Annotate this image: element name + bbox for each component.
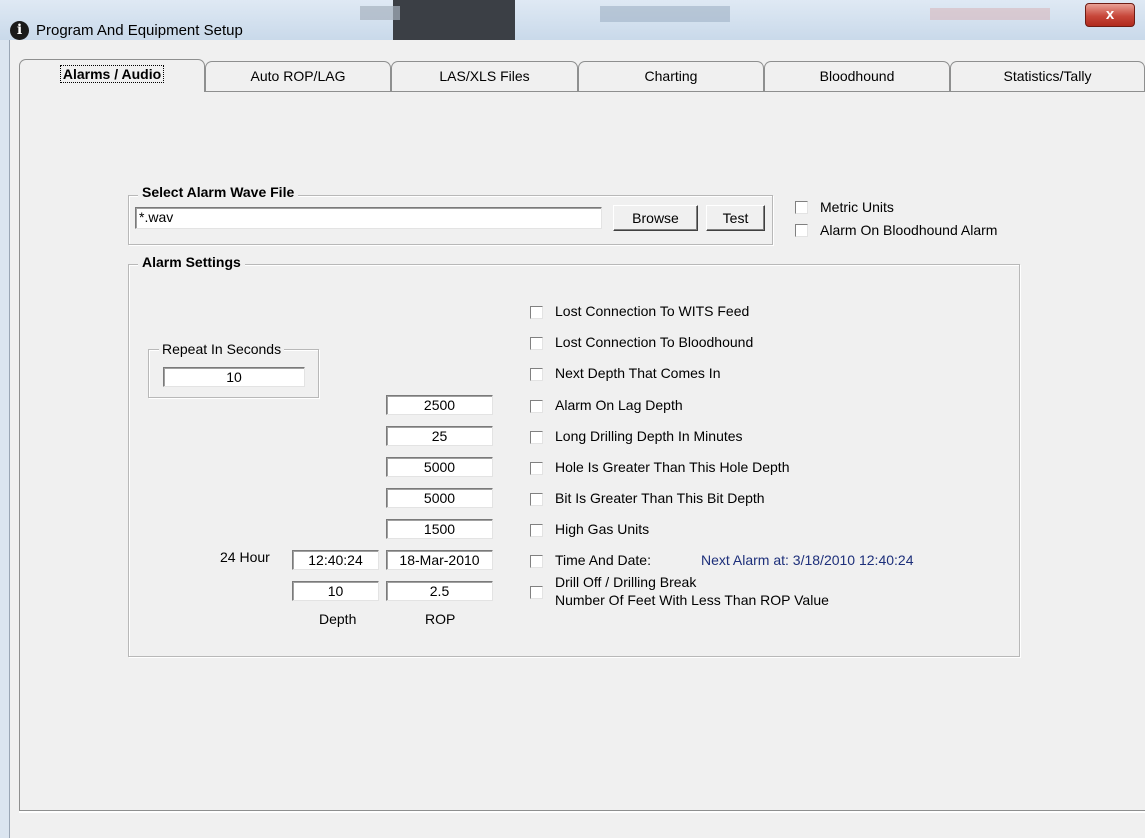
lost-wits-checkbox[interactable] xyxy=(530,306,543,319)
panel-bottom-edge xyxy=(19,810,1145,813)
lost-wits-label: Lost Connection To WITS Feed xyxy=(555,303,750,319)
alarm-date-input[interactable]: 18-Mar-2010 xyxy=(386,550,493,570)
tab-charting[interactable]: Charting xyxy=(578,61,764,91)
bit-depth-label: Bit Is Greater Than This Bit Depth xyxy=(555,490,765,506)
drill-off-sublabel: Number Of Feet With Less Than ROP Value xyxy=(555,592,829,608)
tab-statistics-tally[interactable]: Statistics/Tally xyxy=(950,61,1145,91)
next-depth-checkbox[interactable] xyxy=(530,368,543,381)
tab-bloodhound[interactable]: Bloodhound xyxy=(764,61,950,91)
title-bar: i Program And Equipment Setup x xyxy=(0,0,1145,48)
bit-depth-checkbox[interactable] xyxy=(530,493,543,506)
high-gas-checkbox[interactable] xyxy=(530,524,543,537)
hole-depth-checkbox[interactable] xyxy=(530,462,543,475)
tab-label: Bloodhound xyxy=(819,68,895,84)
next-depth-label: Next Depth That Comes In xyxy=(555,365,721,381)
lost-bloodhound-checkbox[interactable] xyxy=(530,337,543,350)
repeat-group-label: Repeat In Seconds xyxy=(159,341,285,357)
tab-label: Charting xyxy=(644,68,698,84)
alarm-on-bloodhound-label: Alarm On Bloodhound Alarm xyxy=(820,222,998,238)
hole-depth-label: Hole Is Greater Than This Hole Depth xyxy=(555,459,790,475)
tab-label: Statistics/Tally xyxy=(1003,68,1092,84)
background-window-blur xyxy=(600,6,730,22)
info-icon: i xyxy=(10,21,29,40)
hole-depth-input[interactable]: 5000 xyxy=(386,457,493,477)
alarm-on-bloodhound-checkbox[interactable] xyxy=(795,224,808,237)
time-date-label: Time And Date: xyxy=(555,552,651,568)
window-title: Program And Equipment Setup xyxy=(36,22,243,39)
time-date-checkbox[interactable] xyxy=(530,555,543,568)
bit-depth-input[interactable]: 5000 xyxy=(386,488,493,508)
lag-depth-label: Alarm On Lag Depth xyxy=(555,397,683,413)
tab-auto-rop-lag[interactable]: Auto ROP/LAG xyxy=(205,61,391,91)
wave-file-path-input[interactable]: *.wav xyxy=(135,207,602,229)
metric-units-checkbox[interactable] xyxy=(795,201,808,214)
background-window-blur xyxy=(360,6,400,20)
long-drilling-minutes-input[interactable]: 25 xyxy=(386,426,493,446)
drill-off-depth-input[interactable]: 10 xyxy=(292,581,379,601)
alarm-time-input[interactable]: 12:40:24 xyxy=(292,550,379,570)
long-drilling-checkbox[interactable] xyxy=(530,431,543,444)
browse-button[interactable]: Browse xyxy=(613,205,698,231)
wave-file-group-label: Select Alarm Wave File xyxy=(138,184,299,200)
lag-depth-checkbox[interactable] xyxy=(530,400,543,413)
lag-depth-input[interactable]: 2500 xyxy=(386,395,493,415)
tab-label: Auto ROP/LAG xyxy=(250,68,346,84)
high-gas-units-input[interactable]: 1500 xyxy=(386,519,493,539)
tab-label: Alarms / Audio xyxy=(59,65,165,83)
alarm-settings-group-label: Alarm Settings xyxy=(138,254,245,270)
tab-alarms-audio[interactable]: Alarms / Audio xyxy=(19,59,205,92)
tab-las-xls-files[interactable]: LAS/XLS Files xyxy=(391,61,578,91)
drill-off-label: Drill Off / Drilling Break xyxy=(555,574,697,590)
high-gas-label: High Gas Units xyxy=(555,521,650,537)
next-alarm-text: Next Alarm at: 3/18/2010 12:40:24 xyxy=(701,552,914,568)
drill-off-checkbox[interactable] xyxy=(530,586,543,599)
lost-bloodhound-label: Lost Connection To Bloodhound xyxy=(555,334,754,350)
test-button[interactable]: Test xyxy=(706,205,765,231)
metric-units-label: Metric Units xyxy=(820,199,894,215)
tab-strip: Alarms / Audio Auto ROP/LAG LAS/XLS File… xyxy=(19,59,1145,92)
depth-column-label: Depth xyxy=(319,611,357,627)
tab-label: LAS/XLS Files xyxy=(439,68,530,84)
rop-column-label: ROP xyxy=(425,611,456,627)
long-drilling-label: Long Drilling Depth In Minutes xyxy=(555,428,743,444)
drill-off-rop-input[interactable]: 2.5 xyxy=(386,581,493,601)
background-window-blur xyxy=(930,8,1050,20)
repeat-seconds-input[interactable]: 10 xyxy=(163,367,305,387)
24-hour-label: 24 Hour xyxy=(220,549,270,565)
close-button[interactable]: x xyxy=(1085,3,1135,27)
